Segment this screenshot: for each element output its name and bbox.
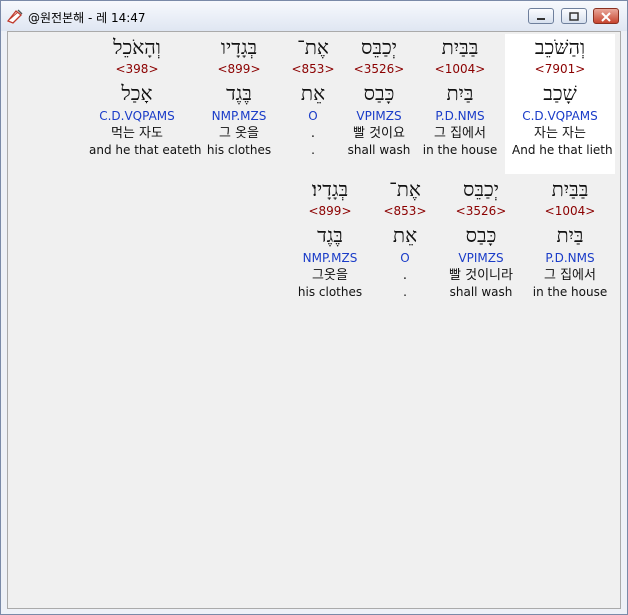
lexical-form: בֶּגֶד [317, 223, 343, 247]
hebrew-word: בַּבַּיִת [551, 177, 589, 201]
interlinear-word[interactable]: בַּבַּיִת <1004> בַּיִת P.D.NMS 그 집에서 in the … [522, 176, 618, 301]
interlinear-panel[interactable]: וְהַשֹּׁכֵב <7901> שָׁכַב C.D.VQPAMS 자는 자는 An… [7, 31, 621, 609]
english-gloss: his clothes [206, 143, 272, 157]
close-icon [601, 12, 611, 22]
strong-number[interactable]: <7901> [512, 61, 608, 77]
hebrew-word: וְהָאֹכֵל [113, 35, 161, 59]
korean-gloss: 그 옷을 [218, 126, 259, 141]
parsing-code: C.D.VQPAMS [99, 109, 175, 123]
app-icon [6, 8, 24, 24]
english-gloss: and he that eateth [89, 143, 202, 157]
parsing-code: C.D.VQPAMS [522, 109, 598, 123]
lexical-form: בַּיִת [556, 223, 584, 247]
interlinear-word[interactable]: בְּגָדָיו׃ <899> בֶּגֶד NMP.MZS 그옷을 his cloth… [282, 176, 378, 301]
minimize-icon [537, 18, 545, 20]
interlinear-word[interactable]: בְּגָדָיו <899> בֶּגֶד NMP.MZS 그 옷을 his cloth… [191, 34, 287, 159]
english-gloss: his clothes [297, 285, 363, 299]
hebrew-word: בְּגָדָיו [220, 35, 258, 59]
lexical-form: בֶּגֶד [226, 81, 252, 105]
parsing-code: NMP.MZS [302, 251, 358, 265]
korean-gloss: 그옷을 [312, 268, 348, 283]
title-bar[interactable]: @원전본해 - 레 14:47 [1, 1, 627, 31]
strong-number[interactable]: <1004> [522, 203, 618, 219]
korean-gloss: 그 집에서 [544, 268, 596, 283]
hebrew-word: וְהַשֹּׁכֵב [534, 35, 586, 59]
lexical-form: אָכַל [121, 81, 153, 105]
strong-number[interactable]: <899> [191, 61, 287, 77]
strong-number[interactable]: <899> [282, 203, 378, 219]
interlinear-word[interactable]: וְהָאֹכֵל <398> אָכַל C.D.VQPAMS 먹는 자도 and he… [89, 34, 202, 159]
maximize-icon [569, 12, 579, 21]
maximize-button[interactable] [561, 8, 587, 24]
interlinear-word[interactable]: וְהַשֹּׁכֵב <7901> שָׁכַב C.D.VQPAMS 자는 자는 An… [512, 34, 613, 159]
lexical-form: שָׁכַב [543, 81, 577, 105]
korean-gloss: 자는 자는 [534, 126, 586, 141]
minimize-button[interactable] [528, 8, 554, 24]
korean-gloss: 먹는 자도 [111, 126, 163, 141]
parsing-code: P.D.NMS [545, 251, 595, 265]
english-gloss: And he that lieth [512, 143, 613, 157]
window-title: @원전본해 - 레 14:47 [28, 11, 146, 25]
hebrew-word: בְּגָדָיו׃ [311, 177, 349, 201]
english-gloss: in the house [532, 285, 608, 299]
parsing-code: NMP.MZS [211, 109, 267, 123]
app-window: @원전본해 - 레 14:47 וְהַשֹּׁכֵב <7901> שָׁכַב C… [0, 0, 628, 615]
close-button[interactable] [593, 8, 619, 24]
strong-number[interactable]: <398> [89, 61, 185, 77]
